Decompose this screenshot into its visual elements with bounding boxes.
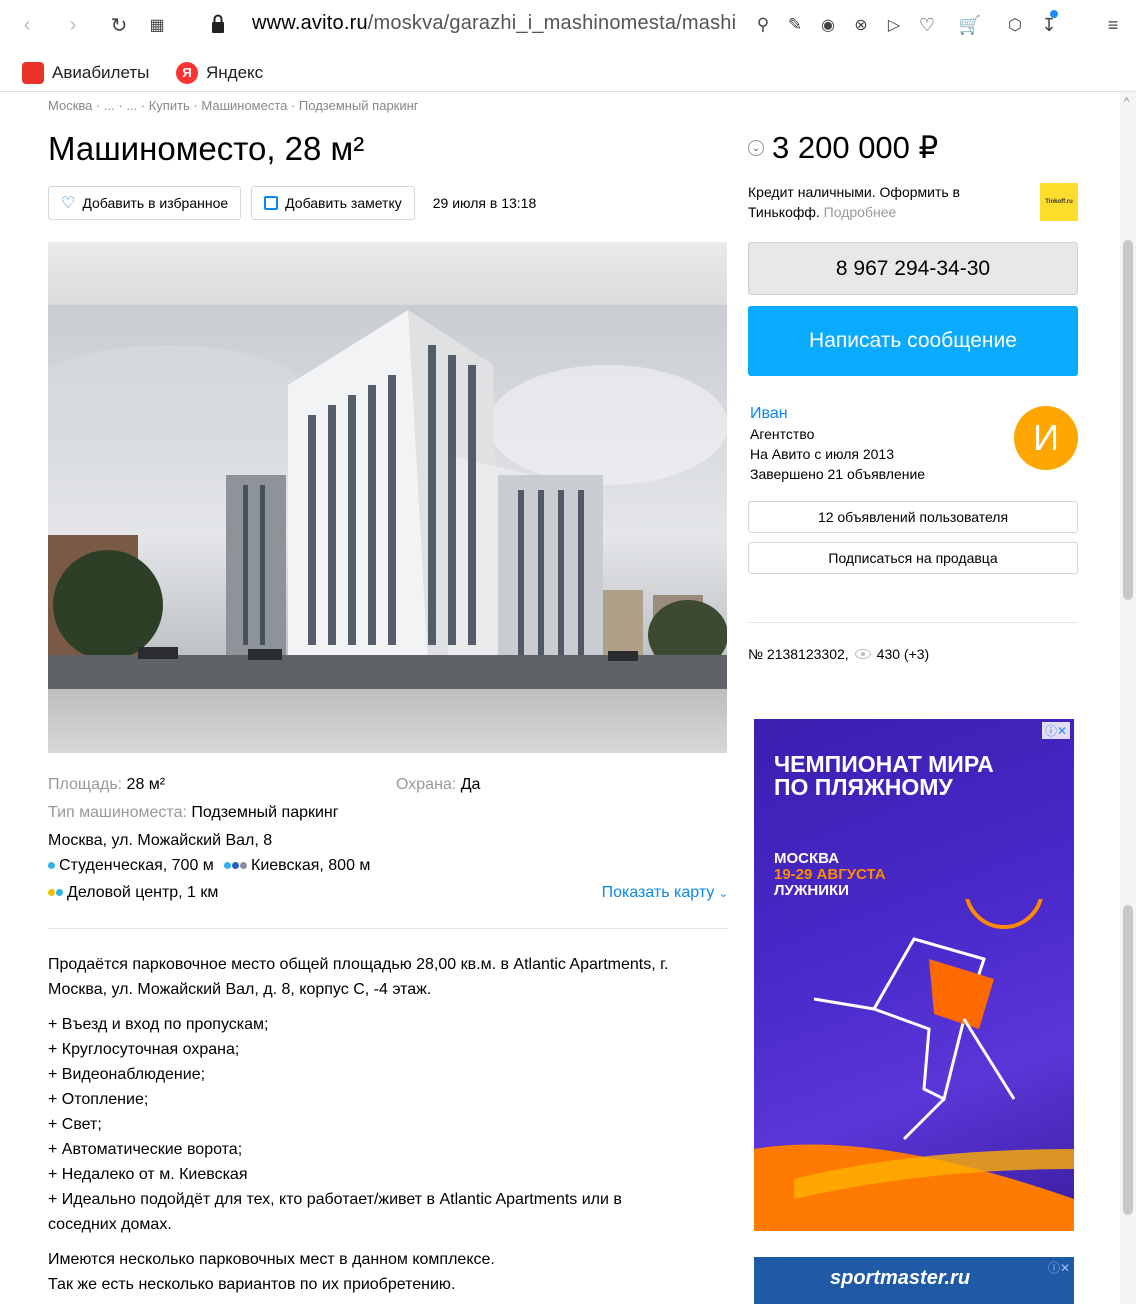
ad-number: № 2138123302, 430 (+3)	[748, 646, 930, 662]
ad-player-illustration	[754, 899, 1074, 1231]
download-icon[interactable]: ↧	[1034, 10, 1064, 40]
gallery-blur-bottom	[48, 689, 727, 753]
list-item: + Видеонаблюдение;	[48, 1066, 206, 1083]
subscribe-seller-button[interactable]: Подписаться на продавца	[748, 542, 1078, 574]
tabs-grid-icon[interactable]: ▦	[142, 10, 172, 40]
add-note-button[interactable]: Добавить заметку	[251, 186, 415, 220]
building-photo[interactable]	[48, 305, 727, 689]
seller-completed: Завершено 21 объявление	[750, 466, 926, 482]
metro-dot-icon	[48, 889, 55, 897]
aviabilety-icon	[22, 62, 44, 84]
price: ⌄ 3 200 000 ₽	[748, 130, 938, 166]
address-bar[interactable]: www.avito.ru/moskva/garazhi_i_mashinomes…	[252, 12, 736, 35]
bookmarks-bar: Авиабилеты Я Яндекс	[0, 54, 1136, 92]
address: Москва, ул. Можайский Вал, 8	[48, 832, 273, 849]
list-item: + Идеально подойдёт для тех, кто работае…	[48, 1191, 622, 1233]
param-type: Тип машиноместа: Подземный паркинг	[48, 804, 339, 821]
views-eye-icon	[854, 649, 871, 659]
note-icon	[264, 196, 279, 210]
ad-close-icon[interactable]: ⓘ✕	[1041, 722, 1070, 739]
divider	[48, 928, 728, 929]
listing-date: 29 июля в 13:18	[432, 195, 537, 211]
download-badge	[1050, 10, 1058, 18]
scrollbar-thumb-lower	[1123, 905, 1133, 1215]
show-map-link[interactable]: Показать карту ⌄	[602, 884, 728, 902]
list-item: + Автоматические ворота;	[48, 1141, 243, 1158]
chevron-down-icon[interactable]: ⌄	[748, 140, 764, 156]
list-item: + Свет;	[48, 1116, 102, 1133]
seller-type: Агентство	[750, 426, 815, 442]
menu-icon[interactable]: ≡	[1098, 10, 1128, 40]
camera-icon[interactable]: ◉	[813, 10, 843, 40]
show-phone-button[interactable]: 8 967 294-34-30	[748, 242, 1078, 295]
photo-gallery[interactable]	[48, 242, 727, 753]
metro-kievskaya: Киевская, 800 м	[224, 857, 370, 875]
share-icon[interactable]: ▷	[879, 10, 909, 40]
yandex-icon: Я	[176, 62, 198, 84]
cube-icon[interactable]: ⬡	[1000, 10, 1030, 40]
param-security: Охрана: Да	[396, 776, 481, 793]
avatar[interactable]: И	[1014, 406, 1078, 470]
seller-since: На Авито с июля 2013	[750, 446, 894, 462]
browser-toolbar: ‹ › ↻ ▦ www.avito.ru/moskva/garazhi_i_ma…	[0, 0, 1136, 54]
heart-icon[interactable]: ♡	[912, 10, 942, 40]
ad-banner-sportmaster[interactable]: ⓘ✕ sportmaster.ru	[754, 1257, 1074, 1304]
ad-subtitle: МОСКВА 19-29 АВГУСТА ЛУЖНИКИ	[774, 850, 886, 899]
chevron-down-icon: ⌄	[718, 888, 728, 900]
metro-dot-icon	[48, 862, 55, 870]
block-icon[interactable]: ⊗	[846, 10, 876, 40]
divider	[748, 622, 1078, 623]
scrollbar-thumb[interactable]	[1123, 240, 1133, 600]
description-outro-2: Так же есть несколько вариантов по их пр…	[48, 1276, 456, 1293]
tinkoff-logo[interactable]: Tinkoff.ru	[1040, 183, 1078, 221]
page-title: Машиноместо, 28 м²	[48, 130, 365, 167]
user-ads-button[interactable]: 12 объявлений пользователя	[748, 501, 1078, 533]
feature-list: + Въезд и вход по пропускам; + Круглосут…	[48, 1012, 728, 1237]
metro-studencheskaya: Студенческая, 700 м	[48, 857, 214, 875]
description-outro-1: Имеются несколько парковочных мест в дан…	[48, 1251, 495, 1268]
ad-sportmaster-text: sportmaster.ru	[830, 1267, 971, 1289]
reload-icon[interactable]: ↻	[104, 10, 134, 40]
list-item: + Въезд и вход по пропускам;	[48, 1016, 269, 1033]
add-favorite-button[interactable]: ♡ Добавить в избранное	[48, 186, 242, 220]
edit-icon[interactable]: ✎	[780, 10, 810, 40]
metro-delovoy-centr: Деловой центр, 1 км	[48, 884, 218, 902]
param-area: Площадь: 28 м²	[48, 776, 166, 793]
search-icon[interactable]: ⚲	[748, 10, 778, 40]
ad-close-icon[interactable]: ⓘ✕	[1048, 1259, 1070, 1276]
back-icon[interactable]: ‹	[12, 10, 42, 40]
write-message-button[interactable]: Написать сообщение	[748, 306, 1078, 376]
metro-dot-icon	[224, 862, 231, 870]
list-item: + Круглосуточная охрана;	[48, 1041, 240, 1058]
forward-icon[interactable]: ›	[58, 10, 88, 40]
gallery-blur-top	[48, 242, 727, 305]
seller-name[interactable]: Иван	[750, 404, 925, 424]
list-item: + Недалеко от м. Киевская	[48, 1166, 248, 1183]
bookmark-aviabilety[interactable]: Авиабилеты	[22, 62, 149, 84]
description-intro: Продаётся парковочное место общей площад…	[48, 956, 669, 998]
cart-icon[interactable]: 🛒	[955, 10, 985, 40]
bookmark-yandex[interactable]: Я Яндекс	[176, 62, 263, 84]
seller-info: Иван Агентство На Авито с июля 2013 Заве…	[750, 404, 925, 484]
listing-actions: ♡ Добавить в избранное Добавить заметку …	[48, 186, 536, 220]
scroll-up-icon[interactable]: ^	[1124, 96, 1129, 108]
credit-more-link[interactable]: Подробнее	[824, 204, 897, 220]
list-item: + Отопление;	[48, 1091, 149, 1108]
credit-offer[interactable]: Кредит наличными. Оформить в Тинькофф. П…	[748, 182, 1028, 222]
lock-icon	[212, 14, 224, 33]
breadcrumb[interactable]: Москва · ... · ... · Купить · Машиномест…	[48, 98, 419, 113]
heart-outline-icon: ♡	[61, 195, 76, 212]
description: Продаётся парковочное место общей площад…	[48, 952, 728, 1297]
ad-title: ЧЕМПИОНАТ МИРА ПО ПЛЯЖНОМУ	[774, 751, 994, 800]
ad-banner-beach-championship[interactable]: ⓘ✕ ЧЕМПИОНАТ МИРА ПО ПЛЯЖНОМУ МОСКВА 19-…	[754, 719, 1074, 1231]
